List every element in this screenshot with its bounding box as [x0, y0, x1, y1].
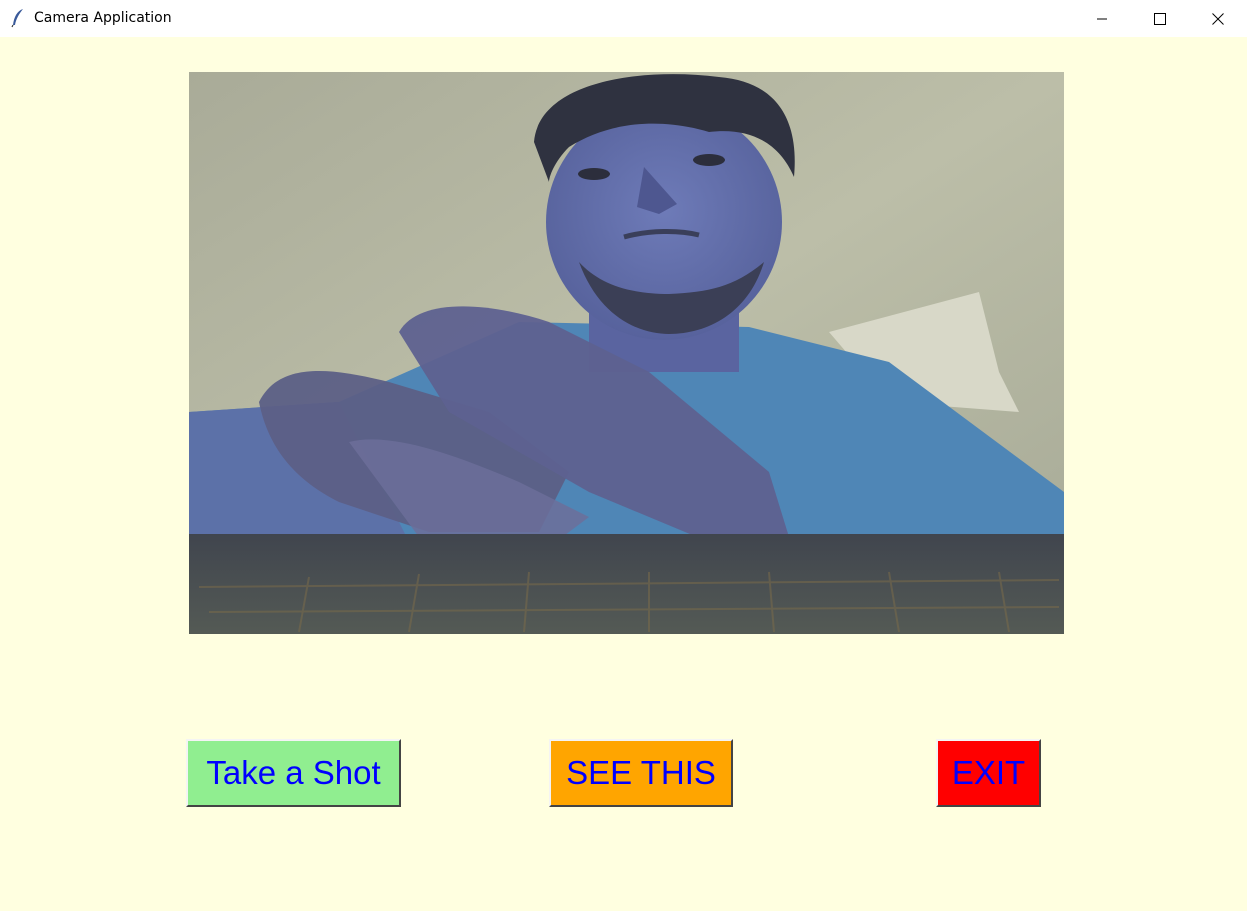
minimize-button[interactable] [1073, 0, 1131, 37]
minimize-icon [1096, 13, 1108, 25]
camera-feed [189, 72, 1064, 634]
title-bar[interactable]: Camera Application [0, 0, 1247, 37]
close-icon [1212, 12, 1224, 25]
exit-button[interactable]: EXIT [936, 739, 1041, 807]
window-title: Camera Application [34, 10, 172, 26]
take-a-shot-button[interactable]: Take a Shot [186, 739, 401, 807]
maximize-button[interactable] [1131, 0, 1189, 37]
close-window-button[interactable] [1189, 0, 1247, 37]
maximize-icon [1154, 12, 1166, 25]
see-this-button[interactable]: SEE THIS [549, 739, 733, 807]
feather-icon [10, 8, 26, 28]
